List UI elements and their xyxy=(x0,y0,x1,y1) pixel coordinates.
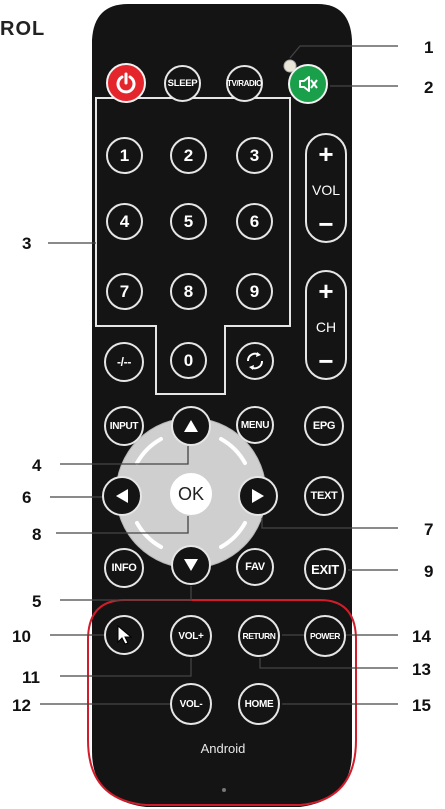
mute-icon xyxy=(299,76,318,92)
callout-14: 14 xyxy=(412,627,431,646)
number-1-button[interactable]: 1 xyxy=(106,137,143,174)
left-button[interactable] xyxy=(102,476,142,516)
arrow-right-icon xyxy=(252,489,264,503)
sleep-button[interactable]: SLEEP xyxy=(164,65,201,102)
callout-8: 8 xyxy=(32,525,42,544)
callout-2: 2 xyxy=(424,78,434,97)
number-7-button[interactable]: 7 xyxy=(106,273,143,310)
loop-icon xyxy=(247,352,263,370)
text-button[interactable]: TEXT xyxy=(304,476,344,516)
number-3-button[interactable]: 3 xyxy=(236,137,273,174)
mute-button[interactable] xyxy=(288,64,328,104)
callout-6: 6 xyxy=(22,488,32,507)
channel-up[interactable]: + xyxy=(307,278,345,304)
return-button[interactable]: RETURN xyxy=(238,615,280,657)
callout-10: 10 xyxy=(12,627,31,646)
right-button[interactable] xyxy=(238,476,278,516)
callout-5: 5 xyxy=(32,592,42,611)
android-power-button[interactable]: POWER xyxy=(304,615,346,657)
epg-button[interactable]: EPG xyxy=(304,406,344,446)
channel-label: CH xyxy=(315,319,337,335)
android-brand-label: Android xyxy=(200,741,246,756)
callout-3: 3 xyxy=(22,234,32,253)
menu-button[interactable]: MENU xyxy=(236,406,274,444)
volume-down[interactable]: − xyxy=(307,211,345,237)
volume-rocker[interactable]: + VOL − xyxy=(305,133,347,243)
number-4-button[interactable]: 4 xyxy=(106,203,143,240)
up-button[interactable] xyxy=(171,406,211,446)
tv-radio-button[interactable]: TV/RADIO xyxy=(226,65,263,102)
callout-11: 11 xyxy=(22,668,40,687)
callout-12: 12 xyxy=(12,696,31,715)
callout-15: 15 xyxy=(412,696,431,715)
volume-up[interactable]: + xyxy=(307,141,345,167)
number-5-button[interactable]: 5 xyxy=(170,203,207,240)
remote-body xyxy=(92,4,352,807)
mouse-button[interactable] xyxy=(104,615,144,655)
arrow-down-icon xyxy=(184,559,198,571)
channel-rocker[interactable]: + CH − xyxy=(305,270,347,380)
callout-4: 4 xyxy=(32,456,42,475)
mouse-pointer-icon xyxy=(117,624,133,645)
number-9-button[interactable]: 9 xyxy=(236,273,273,310)
callout-7: 7 xyxy=(424,520,434,539)
arrow-left-icon xyxy=(116,489,128,503)
volume-label: VOL xyxy=(311,182,340,198)
exit-button[interactable]: EXIT xyxy=(304,548,346,590)
remote-diagram xyxy=(40,4,398,807)
ok-button[interactable]: OK xyxy=(170,473,212,515)
number-8-button[interactable]: 8 xyxy=(170,273,207,310)
loop-button[interactable] xyxy=(236,342,274,380)
vol-minus-button[interactable]: VOL- xyxy=(170,683,212,725)
fav-button[interactable]: FAV xyxy=(236,548,274,586)
callout-13: 13 xyxy=(412,660,431,679)
power-button[interactable] xyxy=(106,63,146,103)
home-button[interactable]: HOME xyxy=(238,683,280,725)
callout-9: 9 xyxy=(424,562,434,581)
channel-down[interactable]: − xyxy=(307,348,345,374)
arrow-up-icon xyxy=(184,420,198,432)
input-button[interactable]: INPUT xyxy=(104,406,144,446)
dash-button[interactable]: -/-- xyxy=(104,342,144,382)
info-button[interactable]: INFO xyxy=(104,548,144,588)
down-button[interactable] xyxy=(171,545,211,585)
number-0-button[interactable]: 0 xyxy=(170,342,207,379)
vol-plus-button[interactable]: VOL+ xyxy=(170,615,212,657)
number-6-button[interactable]: 6 xyxy=(236,203,273,240)
power-icon xyxy=(116,72,136,94)
callout-1: 1 xyxy=(424,38,434,57)
number-2-button[interactable]: 2 xyxy=(170,137,207,174)
